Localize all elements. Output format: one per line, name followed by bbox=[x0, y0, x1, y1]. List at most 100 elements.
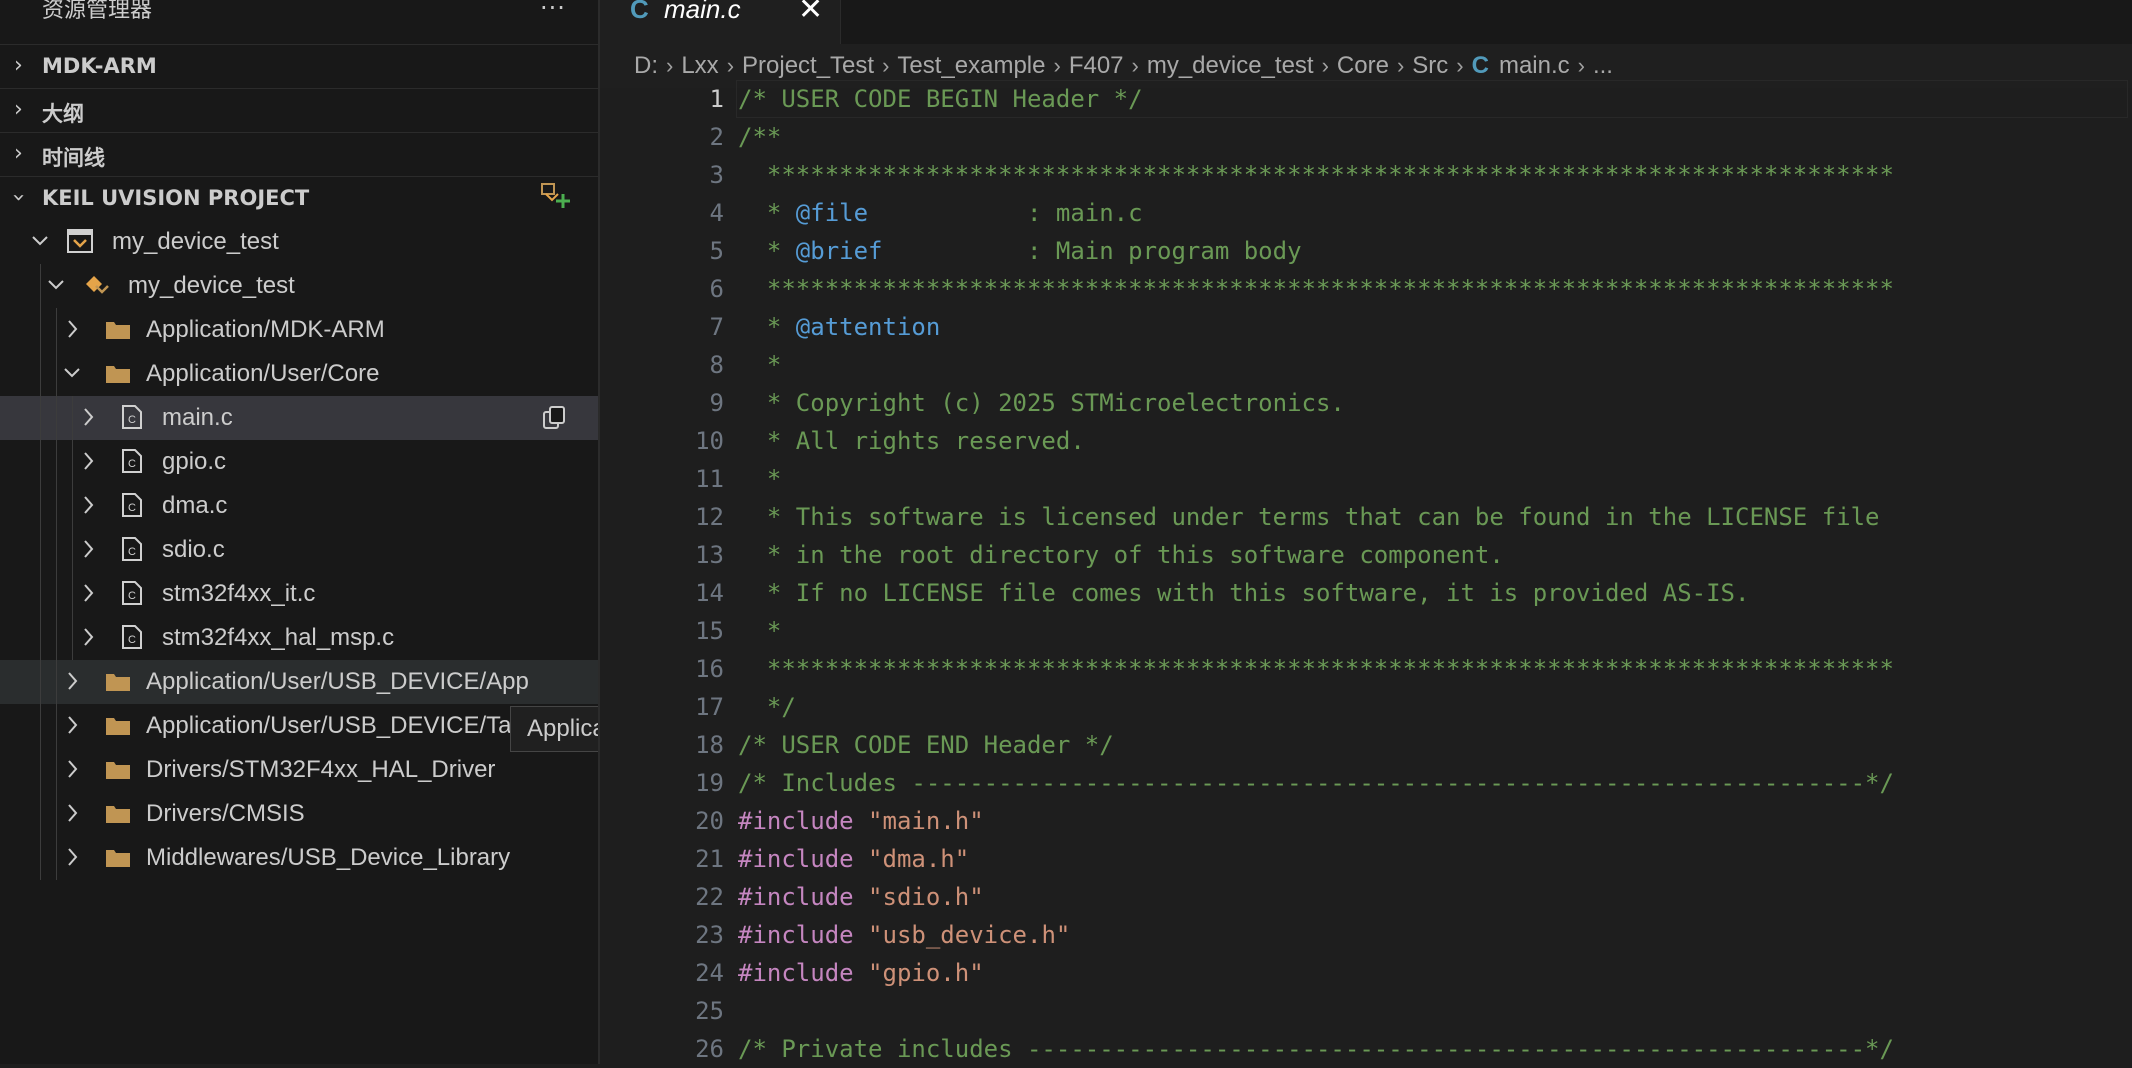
chevron-right-icon[interactable] bbox=[78, 449, 98, 473]
chevron-right-icon[interactable] bbox=[62, 757, 82, 781]
line-number: 21 bbox=[695, 845, 724, 873]
code-text: * bbox=[738, 346, 781, 384]
chevron-down-icon[interactable] bbox=[62, 361, 82, 385]
breadcrumb-item[interactable]: my_device_test bbox=[1147, 52, 1314, 79]
line-number: 20 bbox=[695, 807, 724, 835]
breadcrumb-item[interactable]: Test_example bbox=[897, 52, 1045, 79]
code-token: "sdio.h" bbox=[868, 883, 984, 911]
tree-item-label: Application/User/USB_DEVICE/Target bbox=[146, 712, 553, 739]
chevron-right-icon: › bbox=[726, 53, 735, 78]
chevron-right-icon[interactable] bbox=[62, 669, 82, 693]
code-line: 19 /* Includes --------------------------… bbox=[600, 764, 2132, 802]
section-keil-project[interactable]: › KEIL UVISION PROJECT bbox=[0, 176, 598, 221]
folder-item[interactable]: Drivers/STM32F4xx_HAL_Driver bbox=[0, 748, 598, 792]
code-token: ****************************************… bbox=[738, 275, 1894, 303]
c-file-icon: C bbox=[122, 625, 142, 649]
folder-icon bbox=[106, 674, 130, 691]
code-text: /** bbox=[738, 118, 781, 156]
chevron-down-icon[interactable] bbox=[30, 229, 50, 253]
chevron-right-icon[interactable] bbox=[62, 713, 82, 737]
folder-item[interactable]: Application/User/USB_DEVICE/Target bbox=[0, 704, 598, 748]
section-timeline[interactable]: › 时间线 bbox=[0, 132, 598, 177]
c-file-icon: C bbox=[630, 0, 649, 24]
code-line: 26 /* Private includes ------------------… bbox=[600, 1030, 2132, 1068]
folder-item[interactable]: Middlewares/USB_Device_Library bbox=[0, 836, 598, 880]
tree-item-label: my_device_test bbox=[128, 272, 295, 299]
tab-label: main.c bbox=[664, 0, 741, 24]
code-token: #include bbox=[738, 921, 869, 949]
chevron-right-icon[interactable] bbox=[78, 405, 98, 429]
breadcrumb-item[interactable]: F407 bbox=[1069, 52, 1124, 79]
code-line: 20 #include "main.h" bbox=[600, 802, 2132, 840]
code-line: 13 * in the root directory of this softw… bbox=[600, 536, 2132, 574]
chevron-right-icon: › bbox=[1321, 53, 1329, 78]
chevron-right-icon[interactable] bbox=[78, 537, 98, 561]
tree-item-label: stm32f4xx_hal_msp.c bbox=[162, 624, 395, 651]
breadcrumb-item[interactable]: main.c bbox=[1499, 52, 1570, 79]
chevron-right-icon[interactable] bbox=[62, 845, 82, 869]
line-number: 2 bbox=[709, 123, 724, 151]
tab-main-c[interactable]: C main.c ✕ bbox=[600, 0, 841, 44]
tree-item-label: main.c bbox=[162, 404, 233, 431]
chevron-down-icon: › bbox=[5, 193, 31, 202]
line-number: 13 bbox=[695, 541, 724, 569]
file-item[interactable]: Cgpio.c bbox=[0, 440, 598, 484]
breadcrumb-item[interactable]: D: bbox=[634, 52, 658, 79]
code-line: 2 /** bbox=[600, 118, 2132, 156]
folder-item[interactable]: Application/User/USB_DEVICE/App bbox=[0, 660, 598, 704]
code-line: 3 **************************************… bbox=[600, 156, 2132, 194]
code-token: #include bbox=[738, 883, 869, 911]
chevron-right-icon[interactable] bbox=[78, 581, 98, 605]
code-token: "usb_device.h" bbox=[868, 921, 1071, 949]
file-item[interactable]: Cstm32f4xx_hal_msp.c bbox=[0, 616, 598, 660]
tree-item-label: Application/User/Core bbox=[146, 360, 380, 387]
code-token: /* Private includes --------------------… bbox=[738, 1035, 1894, 1063]
section-outline[interactable]: › 大纲 bbox=[0, 88, 598, 133]
folder-item[interactable]: Application/MDK-ARM bbox=[0, 308, 598, 352]
chevron-right-icon[interactable] bbox=[78, 625, 98, 649]
code-token: * bbox=[738, 465, 782, 493]
chevron-right-icon[interactable] bbox=[78, 493, 98, 517]
folder-icon bbox=[106, 850, 130, 867]
code-line: 25 bbox=[600, 992, 2132, 1030]
c-file-icon: C bbox=[122, 405, 142, 429]
code-token: * This software is licensed under terms … bbox=[738, 503, 1880, 531]
file-item[interactable]: Csdio.c bbox=[0, 528, 598, 572]
line-number: 26 bbox=[695, 1035, 724, 1063]
code-text: * bbox=[738, 612, 781, 650]
code-token: : main.c bbox=[868, 199, 1143, 227]
file-item[interactable]: Cdma.c bbox=[0, 484, 598, 528]
tooltip: Application/User/USB_DEVICE/App bbox=[510, 706, 598, 752]
code-line: 9 * Copyright (c) 2025 STMicroelectronic… bbox=[600, 384, 2132, 422]
line-number: 9 bbox=[709, 389, 724, 417]
breadcrumb-item[interactable]: ... bbox=[1593, 52, 1613, 79]
copy-icon[interactable] bbox=[540, 404, 568, 432]
project-item[interactable]: my_device_test bbox=[0, 220, 598, 264]
line-number: 4 bbox=[709, 199, 724, 227]
more-actions-icon[interactable]: ··· bbox=[540, 0, 566, 22]
explorer-sidebar: 资源管理器 ··· › MDK-ARM › 大纲 › 时间线 › KEIL UV… bbox=[0, 0, 600, 1064]
folder-item[interactable]: Drivers/CMSIS bbox=[0, 792, 598, 836]
target-item[interactable]: my_device_test bbox=[0, 264, 598, 308]
breadcrumb-item[interactable]: Src bbox=[1412, 52, 1448, 79]
breadcrumb-item[interactable]: Project_Test bbox=[742, 52, 874, 79]
chevron-right-icon[interactable] bbox=[62, 801, 82, 825]
file-item[interactable]: Cmain.c bbox=[0, 396, 598, 440]
tree-item-label: Middlewares/USB_Device_Library bbox=[146, 844, 511, 871]
breadcrumb-item[interactable]: Lxx bbox=[681, 52, 718, 79]
folder-icon bbox=[106, 718, 130, 735]
chevron-down-icon[interactable] bbox=[46, 273, 66, 297]
code-token: /* Includes ----------------------------… bbox=[738, 769, 1894, 797]
folder-icon bbox=[106, 762, 130, 779]
target-icon bbox=[86, 276, 109, 294]
add-project-icon[interactable] bbox=[538, 178, 572, 212]
chevron-right-icon[interactable] bbox=[62, 317, 82, 341]
section-mdk-arm[interactable]: › MDK-ARM bbox=[0, 44, 598, 89]
tab-bar: C main.c ✕ bbox=[600, 0, 2132, 44]
close-icon[interactable]: ✕ bbox=[798, 0, 823, 27]
code-area[interactable]: 1/* USER CODE BEGIN Header */2/** 3 *****… bbox=[600, 80, 2132, 1064]
folder-item[interactable]: Application/User/Core bbox=[0, 352, 598, 396]
file-item[interactable]: Cstm32f4xx_it.c bbox=[0, 572, 598, 616]
breadcrumb-item[interactable]: Core bbox=[1337, 52, 1389, 79]
tree-item-label: Application/User/USB_DEVICE/App bbox=[146, 668, 529, 695]
